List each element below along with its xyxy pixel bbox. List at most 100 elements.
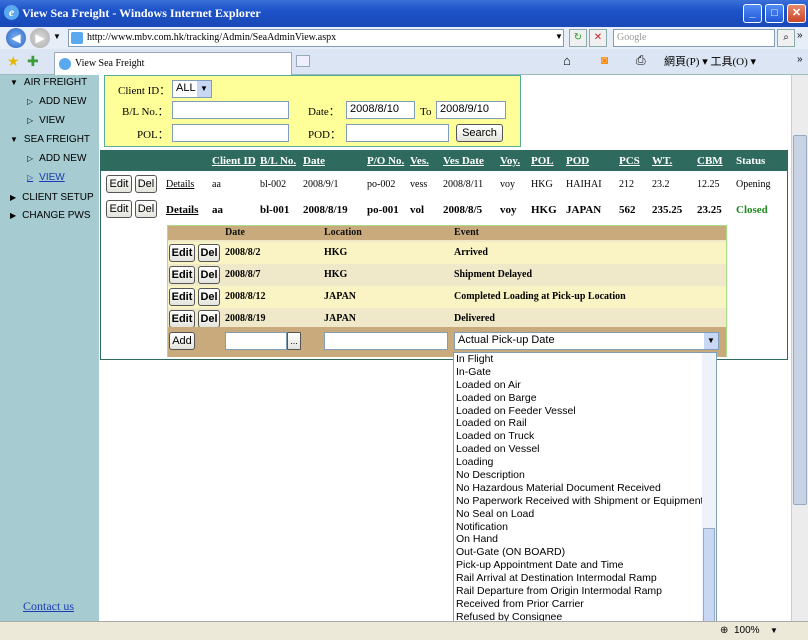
event-location-input[interactable] <box>324 332 448 350</box>
event-edit-button[interactable]: Edit <box>169 288 195 306</box>
tab-title: View Sea Freight <box>75 58 145 69</box>
event-edit-button[interactable]: Edit <box>169 266 195 284</box>
header-pol[interactable]: POL <box>531 155 554 167</box>
dropdown-option[interactable]: In-Gate <box>454 366 716 379</box>
sidebar-item-air-view[interactable]: ▷ VIEW <box>27 115 65 126</box>
header-voy[interactable]: Voy. <box>500 155 520 167</box>
dropdown-option[interactable]: On Hand <box>454 533 716 546</box>
pol-label: POL： <box>137 129 169 141</box>
header-bl-no[interactable]: B/L No. <box>260 155 296 167</box>
refresh-icon[interactable]: ↻ <box>569 29 587 47</box>
zoom-dropdown-icon[interactable]: ▼ <box>770 626 778 635</box>
zoom-level[interactable]: 100% <box>734 625 760 636</box>
dropdown-option[interactable]: Loaded on Air <box>454 379 716 392</box>
event-type-select[interactable]: Actual Pick-up Date ▼ <box>454 332 719 350</box>
feeds-icon[interactable]: ◙ <box>601 53 608 67</box>
back-arrow-icon[interactable]: ◀ <box>6 28 26 48</box>
bullet-triangle-icon: ▷ <box>27 97 34 106</box>
details-link[interactable]: Details <box>166 204 198 216</box>
contact-us-link[interactable]: Contact us <box>23 599 74 614</box>
zoom-icon[interactable]: ⊕ <box>720 625 728 636</box>
dropdown-option[interactable]: Out-Gate (ON BOARD) <box>454 546 716 559</box>
dropdown-option[interactable]: Loaded on Truck <box>454 430 716 443</box>
dropdown-option[interactable]: No Hazardous Material Document Received <box>454 482 716 495</box>
dropdown-option[interactable]: No Description <box>454 469 716 482</box>
date-from-input[interactable]: 2008/8/10 <box>346 101 415 119</box>
event-date-input[interactable] <box>225 332 287 350</box>
command-overflow-icon[interactable]: » <box>797 54 803 65</box>
client-id-select[interactable]: ALL ▼ <box>172 80 212 98</box>
dropdown-option[interactable]: Loading <box>454 456 716 469</box>
dropdown-option[interactable]: Rail Arrival at Destination Intermodal R… <box>454 572 716 585</box>
stop-icon[interactable]: ✕ <box>589 29 607 47</box>
edit-button[interactable]: Edit <box>106 200 132 218</box>
header-wt[interactable]: WT. <box>652 155 672 167</box>
dropdown-option[interactable]: No Paperwork Received with Shipment or E… <box>454 495 716 508</box>
print-icon[interactable]: ⎙ <box>636 53 646 68</box>
search-input[interactable]: Google <box>613 29 775 47</box>
search-button[interactable]: Search <box>456 124 503 142</box>
header-pcs[interactable]: PCS <box>619 155 640 167</box>
dropdown-option[interactable]: Received from Prior Carrier <box>454 598 716 611</box>
event-delete-button[interactable]: Del <box>198 266 220 284</box>
forward-arrow-icon[interactable]: ▶ <box>30 28 50 48</box>
tab-view-sea-freight[interactable]: View Sea Freight <box>54 52 292 75</box>
edit-button[interactable]: Edit <box>106 175 132 193</box>
pod-input[interactable] <box>346 124 449 142</box>
new-tab-button[interactable] <box>296 55 310 67</box>
address-dropdown-icon[interactable]: ▼ <box>550 29 568 47</box>
delete-button[interactable]: Del <box>135 200 157 218</box>
event-edit-button[interactable]: Edit <box>169 244 195 262</box>
pol-input[interactable] <box>172 124 289 142</box>
address-bar[interactable]: http://www.mbv.com.hk/tracking/Admin/Sea… <box>68 29 564 47</box>
dropdown-option[interactable]: Loaded on Rail <box>454 417 716 430</box>
dropdown-option[interactable]: Pick-up Appointment Date and Time <box>454 559 716 572</box>
dropdown-option[interactable]: Loaded on Feeder Vessel <box>454 405 716 418</box>
header-date[interactable]: Date <box>303 155 325 167</box>
header-po-no[interactable]: P/O No. <box>367 155 404 167</box>
sidebar-item-change-pws[interactable]: ▶ CHANGE PWS <box>10 210 91 221</box>
date-to-input[interactable]: 2008/9/10 <box>436 101 506 119</box>
dropdown-option[interactable]: Loaded on Vessel <box>454 443 716 456</box>
minimize-button[interactable]: _ <box>743 4 762 23</box>
history-dropdown-icon[interactable]: ▼ <box>53 32 61 41</box>
dropdown-option[interactable]: Notification <box>454 521 716 534</box>
sidebar-item-air-freight[interactable]: ▼ AIR FREIGHT <box>10 77 87 88</box>
delete-button[interactable]: Del <box>135 175 157 193</box>
header-ves-date[interactable]: Ves Date <box>443 155 484 167</box>
sidebar-item-sea-add-new[interactable]: ▷ ADD NEW <box>27 153 86 164</box>
add-event-button[interactable]: Add <box>169 332 195 350</box>
sidebar-item-air-add-new[interactable]: ▷ ADD NEW <box>27 96 86 107</box>
page-scrollbar[interactable] <box>791 75 808 621</box>
dropdown-option[interactable]: Rail Departure from Origin Intermodal Ra… <box>454 585 716 598</box>
page-scrollbar-thumb[interactable] <box>793 135 807 505</box>
header-cbm[interactable]: CBM <box>697 155 723 167</box>
bl-no-input[interactable] <box>172 101 289 119</box>
event-delete-button[interactable]: Del <box>198 244 220 262</box>
event-header-event: Event <box>454 227 479 238</box>
dropdown-option[interactable]: In Flight <box>454 353 716 366</box>
toolbar-overflow-icon[interactable]: » <box>797 30 803 41</box>
dropdown-option[interactable]: Loaded on Barge <box>454 392 716 405</box>
sidebar-item-client-setup[interactable]: ▶ CLIENT SETUP <box>10 192 94 203</box>
event-type-dropdown-list[interactable]: In Flight In-Gate Loaded on Air Loaded on B… <box>453 352 717 640</box>
dropdown-option[interactable]: No Seal on Load <box>454 508 716 521</box>
header-ves[interactable]: Ves. <box>410 155 429 167</box>
details-link[interactable]: Details <box>166 179 194 190</box>
header-client-id[interactable]: Client ID <box>212 155 256 167</box>
header-pod[interactable]: POD <box>566 155 589 167</box>
home-icon[interactable]: ⌂ <box>563 53 571 68</box>
event-delete-button[interactable]: Del <box>198 310 220 328</box>
date-picker-button[interactable]: ... <box>287 332 301 350</box>
dropdown-scrollbar[interactable] <box>702 353 716 639</box>
sidebar-item-sea-freight[interactable]: ▼ SEA FREIGHT <box>10 134 90 145</box>
event-delete-button[interactable]: Del <box>198 288 220 306</box>
search-magnifier-icon[interactable]: ⌕ <box>777 29 795 47</box>
add-favorite-icon[interactable]: ✚ <box>27 53 39 70</box>
sidebar-item-sea-view[interactable]: ▷ VIEW <box>27 172 65 183</box>
favorites-star-icon[interactable]: ★ <box>7 53 20 70</box>
page-tools-menu[interactable]: 網頁(P) ▾ 工具(O) ▾ <box>664 53 756 69</box>
maximize-button[interactable]: □ <box>765 4 784 23</box>
close-window-button[interactable]: ✕ <box>787 4 806 23</box>
event-edit-button[interactable]: Edit <box>169 310 195 328</box>
